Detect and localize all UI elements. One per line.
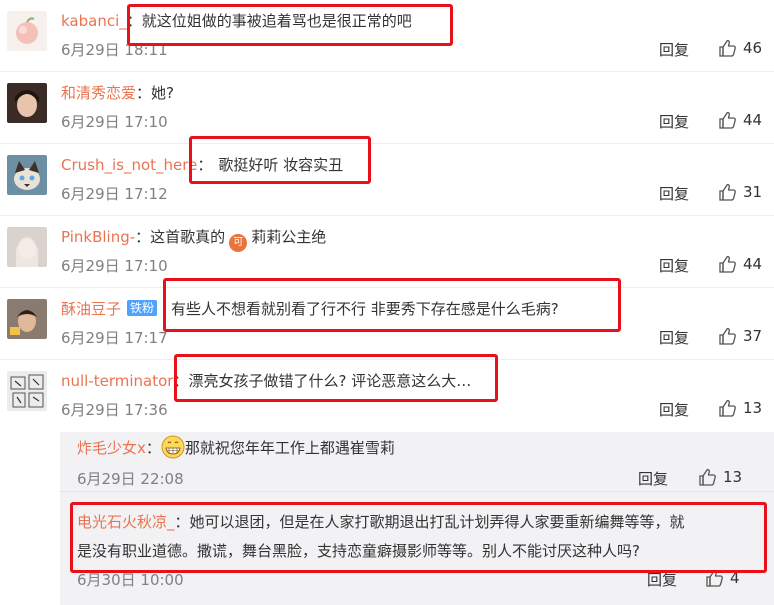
username-link[interactable]: null-terminator	[61, 372, 173, 390]
username-link[interactable]: 酥油豆子	[61, 300, 121, 318]
reply-button[interactable]: 回复	[659, 327, 689, 349]
username-link[interactable]: kabanci_	[61, 12, 127, 30]
comment-time: 6月29日 17:10	[61, 257, 168, 275]
like-button[interactable]: 13	[698, 467, 742, 487]
comment-item: 酥油豆子 铁粉 有些人不想看就别看了行不行 非要秀下存在感是什么毛病? 6月29日 …	[0, 288, 774, 360]
like-button[interactable]: 31	[718, 182, 762, 202]
like-count: 4	[730, 569, 740, 587]
reply-time: 6月29日 22:08	[77, 470, 184, 488]
avatar[interactable]	[7, 227, 47, 267]
comment-text: 酥油豆子 铁粉 有些人不想看就别看了行不行 非要秀下存在感是什么毛病?	[61, 300, 559, 318]
reply-button[interactable]: 回复	[659, 399, 689, 421]
reply-button[interactable]: 回复	[659, 111, 689, 133]
like-button[interactable]: 44	[718, 254, 762, 274]
like-count: 46	[743, 39, 763, 57]
reply-text: 炸毛少女x： 那就祝您年年工作上都遇崔雪莉	[77, 435, 395, 460]
like-count: 37	[743, 327, 763, 345]
avatar[interactable]	[7, 83, 47, 123]
comment-time: 6月29日 18:11	[61, 41, 168, 59]
reply-button[interactable]: 回复	[659, 255, 689, 277]
like-button[interactable]: 37	[718, 326, 762, 346]
comment-item: null-terminator：漂亮女孩子做错了什么? 评论恶意这么大… 6月2…	[0, 360, 774, 432]
thumbs-up-icon	[718, 110, 738, 130]
thumbs-up-icon	[718, 182, 738, 202]
thumbs-up-icon	[718, 326, 738, 346]
avatar[interactable]	[7, 11, 47, 51]
thumbs-up-icon	[698, 467, 718, 487]
reply-item: 电光石火秋凉_：她可以退团，但是在人家打歌期退出打乱计划弄得人家要重新编舞等等，…	[60, 502, 774, 602]
comment-text: kabanci_：就这位姐做的事被追着骂也是很正常的吧	[61, 12, 412, 30]
like-button[interactable]: 13	[718, 398, 762, 418]
reply-thread: 炸毛少女x： 那就祝您年年工作上都遇崔雪莉 6月29日 22:08 回复 13 电…	[60, 432, 774, 605]
thumbs-up-icon	[718, 398, 738, 418]
thumbs-up-icon	[705, 568, 725, 588]
thumbs-up-icon	[718, 254, 738, 274]
fan-badge: 铁粉	[127, 300, 158, 316]
like-button[interactable]: 44	[718, 110, 762, 130]
comment-text: Crush_is_not_here： 歌挺好听 妆容实丑	[61, 156, 344, 174]
comment-text: null-terminator：漂亮女孩子做错了什么? 评论恶意这么大…	[61, 372, 472, 390]
reply-button[interactable]: 回复	[647, 569, 677, 591]
like-button[interactable]: 46	[718, 38, 762, 58]
thumbs-up-icon	[718, 38, 738, 58]
comment-time: 6月29日 17:36	[61, 401, 168, 419]
username-link[interactable]: 炸毛少女x	[77, 439, 146, 457]
comment-item: kabanci_：就这位姐做的事被追着骂也是很正常的吧 6月29日 18:11 …	[0, 0, 774, 72]
comment-time: 6月29日 17:17	[61, 329, 168, 347]
reply-item: 炸毛少女x： 那就祝您年年工作上都遇崔雪莉 6月29日 22:08 回复 13	[60, 432, 774, 492]
reply-time: 6月30日 10:00	[77, 571, 184, 589]
username-link[interactable]: 电光石火秋凉_	[77, 513, 175, 531]
reply-button[interactable]: 回复	[659, 183, 689, 205]
like-count: 13	[723, 468, 743, 486]
like-count: 13	[743, 399, 763, 417]
username-link[interactable]: PinkBling-	[61, 228, 135, 246]
emoji-icon: 可	[229, 234, 248, 252]
comment-time: 6月29日 17:12	[61, 185, 168, 203]
avatar[interactable]	[7, 371, 47, 411]
reply-button[interactable]: 回复	[638, 468, 668, 490]
like-count: 44	[743, 111, 763, 129]
grin-emoji-icon	[161, 435, 185, 459]
comment-time: 6月29日 17:10	[61, 113, 168, 131]
comment-text: PinkBling-：这首歌真的可莉莉公主绝	[61, 226, 326, 252]
like-count: 44	[743, 255, 763, 273]
reply-text: 电光石火秋凉_：她可以退团，但是在人家打歌期退出打乱计划弄得人家要重新编舞等等，…	[77, 513, 685, 560]
avatar[interactable]	[7, 299, 47, 339]
like-count: 31	[743, 183, 763, 201]
username-link[interactable]: Crush_is_not_here	[61, 156, 197, 174]
avatar[interactable]	[7, 155, 47, 195]
comment-item: 和清秀恋爱：她? 6月29日 17:10 回复 44	[0, 72, 774, 144]
username-link[interactable]: 和清秀恋爱	[61, 84, 136, 102]
reply-button[interactable]: 回复	[659, 39, 689, 61]
comment-item: PinkBling-：这首歌真的可莉莉公主绝 6月29日 17:10 回复 44	[0, 216, 774, 288]
like-button[interactable]: 4	[705, 568, 740, 588]
comment-text: 和清秀恋爱：她?	[61, 84, 174, 102]
comment-item: Crush_is_not_here： 歌挺好听 妆容实丑 6月29日 17:12 …	[0, 144, 774, 216]
